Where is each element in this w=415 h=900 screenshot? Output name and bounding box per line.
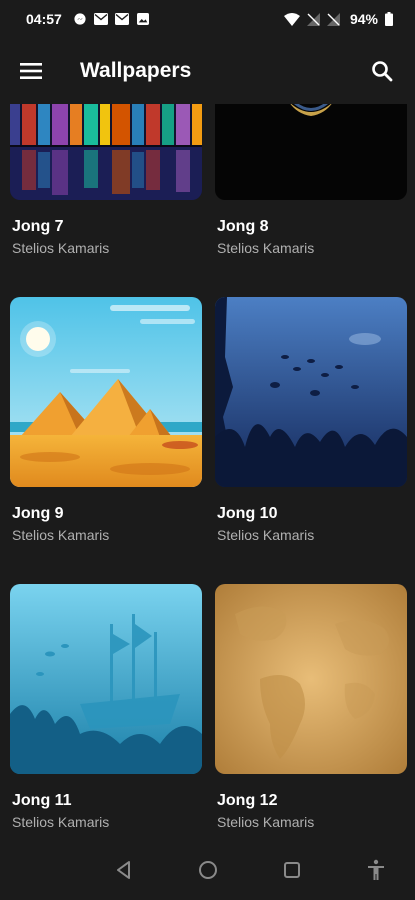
back-icon[interactable] [112,858,136,882]
wallpaper-title: Jong 11 [12,792,72,809]
accessibility-icon[interactable] [364,858,388,882]
wallpaper-author: Stelios Kamaris [12,240,110,256]
wallpaper-title: Jong 12 [217,792,278,809]
battery-percent: 94% [349,11,378,27]
wallpaper-card-jong-11[interactable]: Jong 11 Stelios Kamaris [10,584,202,830]
wallpaper-author: Stelios Kamaris [217,240,315,256]
recents-icon[interactable] [280,858,304,882]
status-bar: 04:57 94% [0,0,415,38]
mail-icon [114,13,129,25]
wallpaper-author: Stelios Kamaris [217,527,315,543]
wallpaper-grid: Jong 7 Stelios Kamaris Jong 8 Stelios Ka… [0,0,415,900]
wallpaper-author: Stelios Kamaris [12,814,110,830]
navigation-bar [0,838,415,900]
wallpaper-author: Stelios Kamaris [12,527,110,543]
no-signal-icon [306,12,320,26]
wallpaper-author: Stelios Kamaris [217,814,315,830]
app-bar: Wallpapers [0,38,415,104]
battery-icon [385,12,393,26]
wallpaper-title: Jong 10 [217,505,278,522]
search-icon[interactable] [369,58,395,84]
gallery-icon [136,13,149,25]
wallpaper-title: Jong 9 [12,505,64,522]
wallpaper-title: Jong 7 [12,218,64,235]
mail-icon [93,13,108,25]
hamburger-menu-icon[interactable] [18,58,44,84]
wallpaper-thumbnail[interactable] [215,297,407,487]
wallpaper-card-jong-9[interactable]: Jong 9 Stelios Kamaris [10,297,202,543]
home-icon[interactable] [196,858,220,882]
wallpaper-title: Jong 8 [217,218,269,235]
status-time: 04:57 [26,11,62,27]
no-signal-icon [326,12,340,26]
wallpaper-card-jong-12[interactable]: Jong 12 Stelios Kamaris [215,584,407,830]
wallpaper-card-jong-10[interactable]: Jong 10 Stelios Kamaris [215,297,407,543]
wifi-icon [283,12,300,26]
page-title: Wallpapers [80,59,192,82]
wallpaper-thumbnail[interactable] [10,584,202,774]
messenger-icon [74,13,86,25]
wallpaper-thumbnail[interactable] [10,297,202,487]
wallpaper-thumbnail[interactable] [215,584,407,774]
